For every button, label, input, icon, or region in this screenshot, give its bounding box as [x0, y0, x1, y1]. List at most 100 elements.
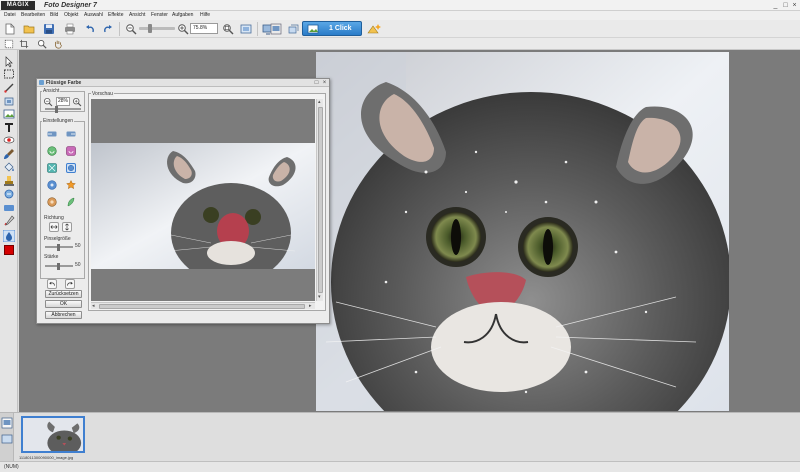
- pipette-tool-icon[interactable]: [3, 215, 15, 227]
- dialog-zoom-field[interactable]: 28%: [56, 97, 70, 106]
- menu-datei[interactable]: Datei: [4, 11, 16, 20]
- open-folder-icon[interactable]: [23, 23, 35, 35]
- effect-restore-icon[interactable]: [47, 197, 57, 207]
- preview-label: Vorschau: [91, 91, 114, 97]
- liquid-color-dialog[interactable]: Flüssige Farbe □ × Ansicht 28% Einstellu…: [36, 78, 330, 324]
- preview-image[interactable]: [91, 143, 315, 269]
- slideshow-icon[interactable]: [270, 23, 282, 35]
- red-eye-tool-icon[interactable]: [3, 134, 15, 146]
- strength-value: 50: [75, 262, 81, 268]
- menu-fenster[interactable]: Fenster: [151, 11, 168, 20]
- media-pool-toggle-icon[interactable]: [1, 417, 13, 429]
- brush-size-slider-handle[interactable]: [57, 244, 60, 251]
- pointer-tool-icon[interactable]: [3, 56, 15, 68]
- status-text: (NUM): [4, 464, 19, 470]
- menu-aufgaben[interactable]: Aufgaben: [172, 11, 193, 20]
- dialog-zoom-out-icon[interactable]: [43, 97, 53, 107]
- dialog-redo-icon[interactable]: [65, 279, 75, 289]
- menu-objekt[interactable]: Objekt: [64, 11, 78, 20]
- shape-tool-icon[interactable]: [3, 202, 15, 214]
- brush-size-label: Pinselgröße: [44, 236, 71, 242]
- select-all-icon[interactable]: [4, 39, 14, 49]
- layers-icon[interactable]: [287, 23, 299, 35]
- hand-icon[interactable]: [53, 39, 63, 49]
- crop-icon[interactable]: [19, 39, 29, 49]
- effect-bloat-icon[interactable]: [66, 163, 76, 173]
- dialog-maximize-button[interactable]: □: [313, 79, 320, 87]
- close-button[interactable]: ×: [790, 1, 799, 10]
- cancel-button[interactable]: Abbrechen: [45, 311, 82, 319]
- dialog-title-bar[interactable]: Flüssige Farbe: [37, 79, 329, 87]
- media-thumbnail[interactable]: [21, 416, 85, 453]
- direction-vertical-icon[interactable]: [62, 222, 72, 232]
- effect-smear-icon[interactable]: [47, 180, 57, 190]
- dialog-zoom-slider[interactable]: [45, 108, 81, 110]
- text-tool-icon[interactable]: [3, 121, 15, 133]
- menu-bar: Datei Bearbeiten Bild Objekt Auswahl Eff…: [0, 11, 800, 20]
- effect-pull-icon[interactable]: [66, 129, 76, 139]
- preview-area[interactable]: [91, 99, 315, 301]
- direction-horizontal-icon[interactable]: [49, 222, 59, 232]
- magix-logo: MAGIX: [1, 1, 35, 10]
- scroll-down-arrow-icon[interactable]: ▾: [318, 294, 321, 300]
- liquid-color-tool-icon[interactable]: [3, 230, 15, 242]
- menu-effekte[interactable]: Effekte: [108, 11, 123, 20]
- brush-size-value: 50: [75, 243, 81, 249]
- scroll-left-arrow-icon[interactable]: ◂: [92, 303, 95, 309]
- menu-bearbeiten[interactable]: Bearbeiten: [21, 11, 45, 20]
- zoom-in-icon[interactable]: [177, 23, 189, 35]
- dialog-zoom-slider-handle[interactable]: [55, 106, 58, 113]
- foreground-color-swatch[interactable]: [4, 245, 14, 255]
- menu-bild[interactable]: Bild: [50, 11, 58, 20]
- undo-icon[interactable]: [84, 23, 96, 35]
- save-icon[interactable]: [43, 23, 55, 35]
- dialog-close-button[interactable]: ×: [321, 79, 328, 87]
- print-icon[interactable]: [64, 23, 76, 35]
- effect-push-icon[interactable]: [47, 129, 57, 139]
- effect-feather-icon[interactable]: [66, 197, 76, 207]
- menu-hilfe[interactable]: Hilfe: [200, 11, 210, 20]
- new-file-icon[interactable]: [4, 23, 16, 35]
- main-photo: [316, 52, 729, 411]
- effect-pinch-icon[interactable]: [47, 163, 57, 173]
- zoom-out-icon[interactable]: [125, 23, 137, 35]
- brush-tool-icon[interactable]: [3, 148, 15, 160]
- scroll-up-arrow-icon[interactable]: ▴: [318, 99, 321, 105]
- dialog-title: Flüssige Farbe: [46, 80, 82, 86]
- reset-button[interactable]: Zurücksetzen: [45, 290, 82, 298]
- zoom-region-icon[interactable]: [37, 39, 47, 49]
- lasso-tool-icon[interactable]: [3, 82, 15, 94]
- dialog-undo-icon[interactable]: [47, 279, 57, 289]
- scroll-right-arrow-icon[interactable]: ▸: [309, 303, 312, 309]
- fill-tool-icon[interactable]: [3, 161, 15, 173]
- full-view-icon[interactable]: [240, 23, 252, 35]
- image-object-tool-icon[interactable]: [3, 108, 15, 120]
- strength-label: Stärke: [44, 254, 59, 260]
- zoom-slider-handle[interactable]: [148, 24, 152, 33]
- ok-button[interactable]: OK: [45, 300, 82, 308]
- rectangle-select-tool-icon[interactable]: [3, 68, 15, 80]
- zoom-level-select[interactable]: 75.8%: [190, 23, 218, 34]
- zoom-fit-icon[interactable]: [222, 23, 234, 35]
- preview-vertical-scroll-thumb[interactable]: [318, 107, 323, 293]
- menu-auswahl[interactable]: Auswahl: [84, 11, 103, 20]
- clone-stamp-tool-icon[interactable]: [3, 175, 15, 187]
- preview-vertical-scrollbar[interactable]: ▴ ▾: [316, 99, 323, 301]
- effect-star-icon[interactable]: [66, 180, 76, 190]
- dialog-zoom-in-icon[interactable]: [72, 97, 82, 107]
- preview-horizontal-scrollbar[interactable]: ◂ ▸: [91, 302, 315, 309]
- smudge-tool-icon[interactable]: [3, 188, 15, 200]
- preview-horizontal-scroll-thumb[interactable]: [99, 304, 305, 309]
- zoom-slider-track[interactable]: [139, 27, 175, 30]
- effect-twirl-right-icon[interactable]: [66, 146, 76, 156]
- media-pool-view-icon[interactable]: [1, 433, 13, 445]
- minimize-button[interactable]: _: [771, 1, 780, 10]
- redo-icon[interactable]: [102, 23, 114, 35]
- maximize-button[interactable]: □: [781, 1, 790, 10]
- effect-twirl-left-icon[interactable]: [47, 146, 57, 156]
- strength-slider-handle[interactable]: [57, 263, 60, 270]
- preview-panel: Vorschau ▴ ▾ ◂ ▸: [88, 91, 326, 311]
- magic-wand-tool-icon[interactable]: [3, 95, 15, 107]
- menu-ansicht[interactable]: Ansicht: [129, 11, 145, 20]
- auto-enhance-icon[interactable]: [366, 23, 382, 35]
